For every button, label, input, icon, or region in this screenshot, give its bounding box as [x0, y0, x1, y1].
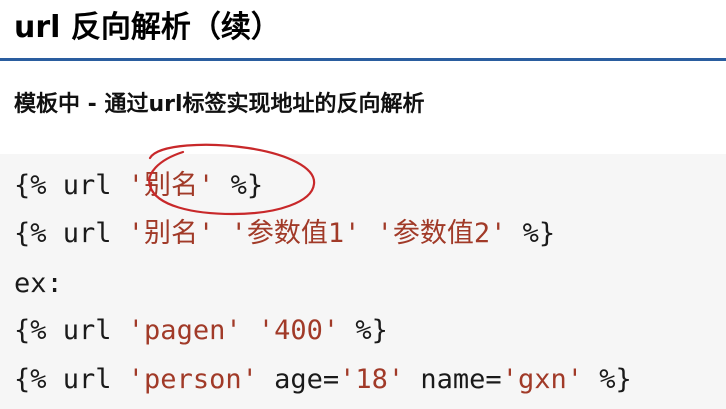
code-keyword-name: name= [404, 364, 502, 395]
code-url-alias: '别名' [127, 218, 215, 249]
code-template-close: %} [506, 218, 556, 249]
code-template-open: {% url [14, 364, 128, 395]
slide-subtitle: 模板中 - 通过url标签实现地址的反向解析 [14, 92, 425, 117]
code-template-open: {% url [14, 218, 128, 249]
code-line-4: {% url 'pagen' '400' %} [14, 313, 388, 349]
code-line-3: ex: [14, 266, 63, 302]
code-arg-1: '参数值1' [230, 218, 361, 249]
code-line-1: {% url '别名' %} [14, 168, 263, 204]
code-arg-2: '参数值2' [376, 218, 507, 249]
slide-title: url 反向解析（续） [14, 10, 281, 45]
code-arg: '400' [257, 315, 340, 346]
code-url-alias: '别名' [127, 170, 215, 201]
code-template-close: %} [339, 315, 388, 346]
code-value-name: 'gxn' [501, 364, 583, 395]
code-block: {% url '别名' %} {% url '别名' '参数值1' '参数值2'… [0, 154, 726, 409]
code-line-5: {% url 'person' age='18' name='gxn' %} [14, 362, 632, 398]
code-line-2: {% url '别名' '参数值1' '参数值2' %} [14, 216, 555, 252]
code-template-close: %} [582, 364, 632, 395]
code-url-name: 'person' [127, 364, 258, 395]
title-divider [0, 58, 726, 61]
code-template-close: %} [214, 170, 264, 201]
code-value-age: '18' [339, 364, 405, 395]
code-template-open: {% url [14, 315, 128, 346]
code-keyword-age: age= [257, 364, 340, 395]
code-example-label: ex: [14, 268, 63, 299]
code-url-name: 'pagen' [127, 315, 242, 346]
code-template-open: {% url [14, 170, 128, 201]
